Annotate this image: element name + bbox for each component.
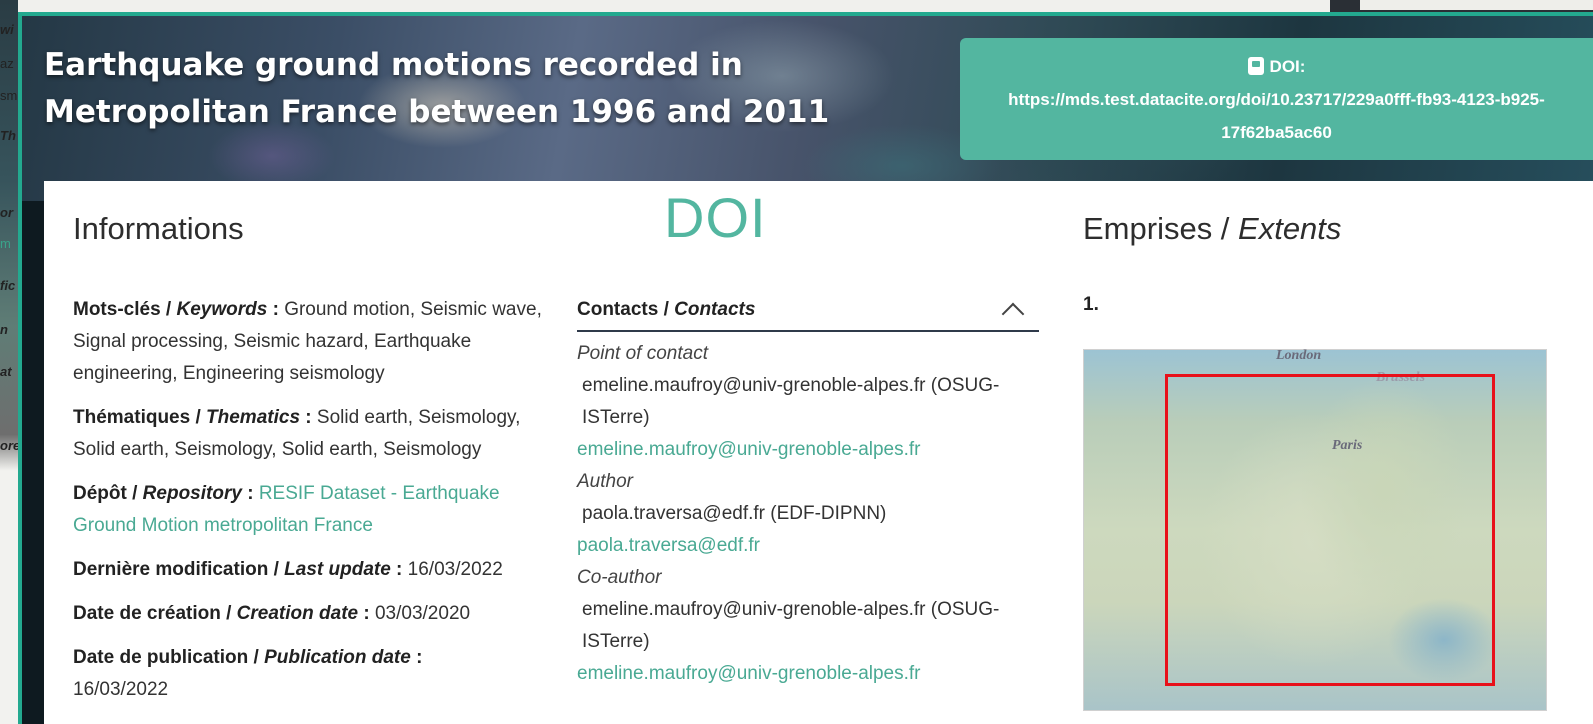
doi-annotation-label: DOI (664, 186, 767, 249)
keywords-label: Mots-clés / Keywords : (73, 299, 285, 320)
dataset-detail-panel: Earthquake ground motions recorded in Me… (18, 12, 1593, 724)
extent-map[interactable]: London Brussels Paris (1083, 348, 1547, 711)
contact-name: paola.traversa@edf.fr (EDF-DIPNN) (582, 503, 887, 524)
background-left-edge (0, 0, 18, 724)
chevron-up-icon[interactable] (1001, 302, 1025, 326)
contact-role: Author (577, 471, 633, 492)
informations-section: Mots-clés / Keywords : Ground motion, Se… (73, 294, 543, 718)
contact-email-link[interactable]: emeline.maufroy@univ-grenoble-alpes.fr (577, 658, 1039, 690)
side-fragment-link[interactable]: m (0, 236, 11, 251)
creation-date-value: 03/03/2020 (374, 603, 471, 624)
contact-email-link[interactable]: emeline.maufroy@univ-grenoble-alpes.fr (577, 434, 1039, 466)
map-label-london: London (1276, 348, 1322, 363)
contact-role: Co-author (577, 567, 662, 588)
last-update-value: 16/03/2022 (407, 559, 503, 580)
dataset-title: Earthquake ground motions recorded in Me… (44, 47, 830, 130)
extent-bounding-box (1165, 374, 1495, 686)
keywords-field: Mots-clés / Keywords : Ground motion, Se… (73, 294, 543, 390)
contacts-section: Contacts / Contacts Point of contact eme… (577, 294, 1039, 690)
contact-name: emeline.maufroy@univ-grenoble-alpes.fr (… (582, 599, 1000, 652)
banner-satellite-image: Earthquake ground motions recorded in Me… (22, 16, 1593, 201)
side-fragment: Th (0, 128, 16, 143)
contacts-list: Point of contact emeline.maufroy@univ-gr… (577, 332, 1039, 690)
thematics-label: Thématiques / Thematics : (73, 407, 317, 428)
side-fragment: wi (0, 22, 14, 37)
doi-badge[interactable]: DOI: https://mds.test.datacite.org/doi/1… (960, 38, 1593, 160)
background-top-right-card (1360, 0, 1593, 10)
publication-date-value: 16/03/2022 (73, 679, 169, 700)
repository-field: Dépôt / Repository : RESIF Dataset - Ear… (73, 478, 543, 542)
extent-item-number: 1. (1083, 294, 1099, 315)
doi-icon (1247, 57, 1264, 75)
creation-date-label: Date de création / Creation date : (73, 603, 375, 624)
informations-heading: Informations (73, 211, 244, 246)
contact-name: emeline.maufroy@univ-grenoble-alpes.fr (… (582, 375, 1000, 428)
extents-heading: Emprises / Extents (1083, 211, 1342, 246)
side-fragment: or (0, 205, 13, 220)
contact-email-link[interactable]: paola.traversa@edf.fr (577, 530, 1039, 562)
creation-date-field: Date de création / Creation date : 03/03… (73, 598, 543, 630)
publication-date-field: Date de publication / Publication date :… (73, 642, 543, 706)
publication-date-label: Date de publication / Publication date : (73, 647, 423, 668)
thematics-field: Thématiques / Thematics : Solid earth, S… (73, 402, 543, 466)
last-update-field: Dernière modification / Last update : 16… (73, 554, 543, 586)
contacts-accordion-header[interactable]: Contacts / Contacts (577, 294, 1039, 332)
side-fragment: fic (0, 278, 16, 293)
side-fragment: sm (0, 88, 18, 103)
contact-role: Point of contact (577, 343, 708, 364)
last-update-label: Dernière modification / Last update : (73, 559, 408, 580)
side-fragment: at (0, 364, 12, 379)
contacts-title: Contacts / Contacts (577, 299, 756, 320)
doi-url-link[interactable]: https://mds.test.datacite.org/doi/10.237… (960, 83, 1593, 149)
side-fragment: n (0, 322, 8, 337)
doi-label: DOI: (1269, 57, 1306, 76)
dataset-content-card: DOI Informations Mots-clés / Keywords : … (44, 181, 1593, 724)
side-fragment: az (0, 56, 14, 71)
repository-label: Dépôt / Repository : (73, 483, 259, 504)
